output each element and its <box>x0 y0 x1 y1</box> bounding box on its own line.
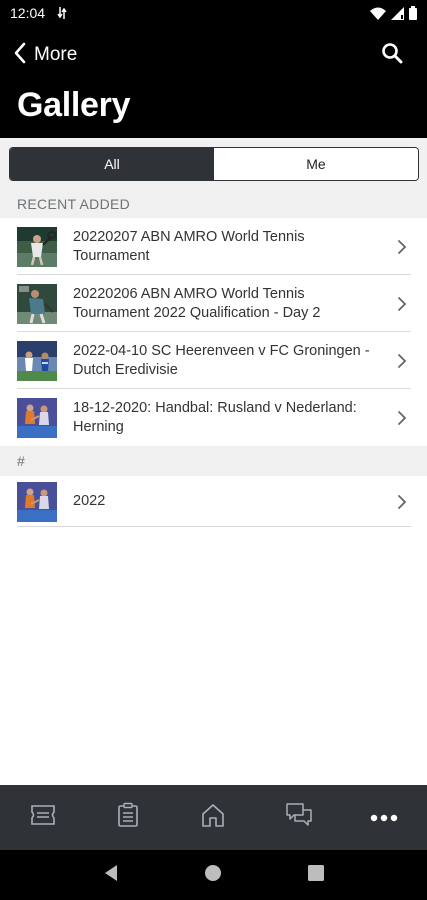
status-time: 12:04 <box>10 5 46 21</box>
system-nav-bar <box>0 850 427 900</box>
item-label: 20220207 ABN AMRO World Tennis Tournamen… <box>73 228 305 264</box>
list-item[interactable]: 20220207 ABN AMRO World Tennis Tournamen… <box>0 218 427 275</box>
chat-icon <box>285 802 313 833</box>
chevron-right-icon <box>397 494 409 510</box>
segment-container: All Me <box>0 138 427 190</box>
segment-all[interactable]: All <box>10 148 214 180</box>
data-transfer-icon <box>57 6 67 20</box>
tab-chat[interactable] <box>269 793 329 843</box>
search-button[interactable] <box>381 42 407 68</box>
handball-thumbnail <box>17 482 57 522</box>
chevron-right-icon <box>397 410 409 426</box>
page-title: Gallery <box>17 86 131 124</box>
list-item[interactable]: 2022-04-10 SC Heerenveen v FC Groningen … <box>0 332 427 389</box>
item-label: 2022-04-10 SC Heerenveen v FC Groningen … <box>73 342 370 378</box>
bottom-tab-bar <box>0 785 427 850</box>
battery-icon <box>409 6 417 20</box>
segment-control: All Me <box>9 147 419 181</box>
system-recents-button[interactable] <box>296 855 336 895</box>
handball-thumbnail <box>17 398 57 438</box>
clipboard-icon <box>117 802 139 833</box>
wifi-icon <box>370 7 386 20</box>
item-label: 20220206 ABN AMRO World Tennis Tournamen… <box>73 285 321 321</box>
search-icon <box>381 43 403 68</box>
section-header-recent: RECENT ADDED <box>0 190 427 218</box>
section-header-hash: # <box>0 446 427 476</box>
tennis-thumbnail <box>17 227 57 267</box>
tennis-thumbnail <box>17 284 57 324</box>
tab-more[interactable] <box>354 793 414 843</box>
home-icon <box>204 864 222 887</box>
tab-home[interactable] <box>183 793 243 843</box>
tab-tickets[interactable] <box>13 793 73 843</box>
chevron-left-icon <box>14 42 26 69</box>
signal-icon <box>391 6 404 20</box>
status-bar: 12:04 <box>0 0 427 26</box>
ticket-icon <box>30 803 56 832</box>
item-label: 18-12-2020: Handbal: Rusland v Nederland… <box>73 399 357 435</box>
system-home-button[interactable] <box>193 855 233 895</box>
list-item[interactable]: 20220206 ABN AMRO World Tennis Tournamen… <box>0 275 427 332</box>
item-label: 2022 <box>73 493 106 509</box>
list-item[interactable]: 2022 <box>0 476 427 527</box>
recents-icon <box>307 864 324 886</box>
chevron-right-icon <box>397 239 409 255</box>
back-label: More <box>34 44 78 65</box>
divider <box>17 526 411 527</box>
system-back-button[interactable] <box>91 855 131 895</box>
back-button[interactable]: More <box>14 40 77 70</box>
chevron-right-icon <box>397 353 409 369</box>
segment-me[interactable]: Me <box>214 148 418 180</box>
football-thumbnail <box>17 341 57 381</box>
more-icon <box>370 809 398 827</box>
list-item[interactable]: 18-12-2020: Handbal: Rusland v Nederland… <box>0 389 427 446</box>
home-icon <box>200 803 226 832</box>
app-header: More Gallery <box>0 26 427 138</box>
tab-clipboard[interactable] <box>98 793 158 843</box>
back-icon <box>103 864 119 887</box>
chevron-right-icon <box>397 296 409 312</box>
